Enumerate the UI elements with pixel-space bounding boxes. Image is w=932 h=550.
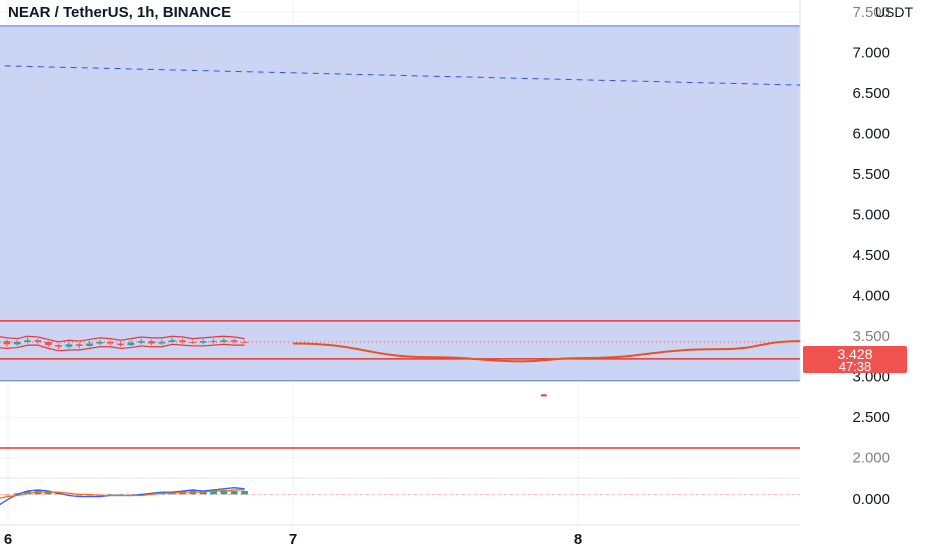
- y-tick-label: 6.500: [852, 85, 890, 102]
- candle-body[interactable]: [220, 340, 228, 342]
- x-tick-label: 6: [4, 531, 12, 548]
- blue-zone-fill: [0, 25, 800, 381]
- x-tick-label: 8: [574, 531, 582, 548]
- candle-body[interactable]: [96, 341, 104, 344]
- y-tick-label: 6.000: [852, 126, 890, 143]
- candle-body[interactable]: [55, 345, 62, 347]
- y-tick-label: 4.000: [852, 288, 890, 305]
- axis-cover: [803, 476, 932, 482]
- candle-body[interactable]: [137, 341, 145, 343]
- trading-chart[interactable]: 7.0006.5006.0005.5005.0004.5004.0003.000…: [0, 0, 932, 550]
- y-tick-label: 5.000: [852, 207, 890, 224]
- candle-body[interactable]: [65, 344, 73, 347]
- macd-histogram-bar[interactable]: [230, 491, 238, 495]
- bar-countdown: 47:38: [839, 359, 872, 374]
- axis-cover: [803, 20, 932, 24]
- candle-body[interactable]: [148, 341, 155, 344]
- macd-histogram-bar[interactable]: [3, 494, 11, 496]
- chart-title: NEAR / TetherUS, 1h, BINANCE: [8, 4, 231, 21]
- currency-label: USDT: [875, 4, 914, 20]
- candle-body[interactable]: [75, 344, 83, 346]
- y-tick-label: 2.500: [852, 409, 890, 426]
- candle-body[interactable]: [210, 341, 217, 343]
- candle-body[interactable]: [86, 343, 93, 346]
- y-tick-label-partial: 3.500: [852, 328, 890, 345]
- y-tick-label-partial: 2.000: [852, 450, 890, 467]
- y-tick-label: 7.000: [852, 45, 890, 62]
- x-tick-label: 7: [289, 531, 297, 548]
- candle-body[interactable]: [13, 341, 21, 345]
- drawings-zone: [0, 0, 801, 382]
- y-tick-label: 0.000: [852, 491, 890, 508]
- last-price-badge: 3.428 47:38: [803, 346, 907, 374]
- y-tick-label: 5.500: [852, 166, 890, 183]
- macd-histogram-bar[interactable]: [241, 491, 248, 495]
- y-tick-label: 4.500: [852, 247, 890, 264]
- candle-body[interactable]: [127, 342, 135, 346]
- candle-body[interactable]: [24, 340, 31, 342]
- candle-body[interactable]: [117, 343, 124, 346]
